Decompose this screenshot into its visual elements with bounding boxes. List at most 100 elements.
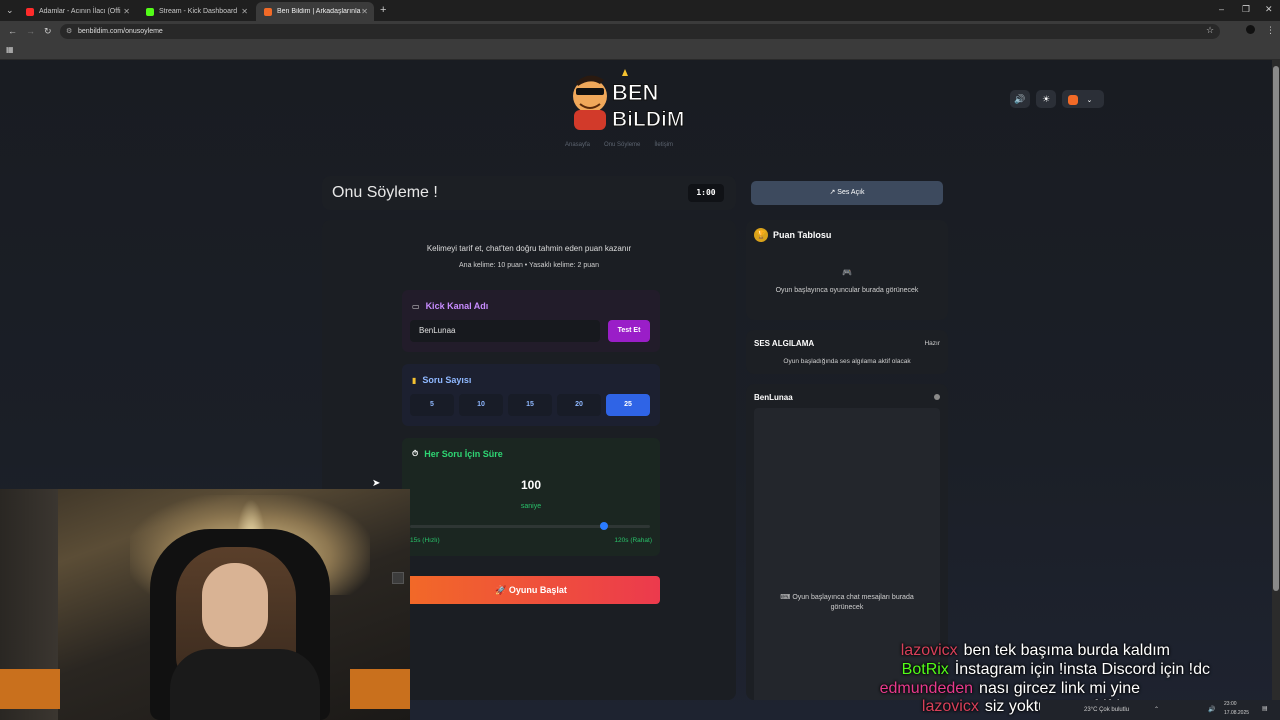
tray-chevron-icon[interactable]: ⌃ [1154,706,1159,713]
chat-message: İnstagram için !insta Discord için !dc [954,661,1210,678]
maximize-icon[interactable]: ❐ [1242,4,1250,15]
svg-text:BiLDiM: BiLDiM [612,108,684,131]
kick-channel-section: ▭ Kick Kanal Adı Test Et [402,290,660,352]
site-info-icon[interactable]: ⚙ [66,24,72,39]
tab-list-icon[interactable]: ⌄ [6,5,14,16]
chat-empty-message: Oyun başlayınca chat mesajları burada gö… [792,594,914,611]
sound-button-label: Ses Açık [837,189,865,196]
time-unit: saniye [520,503,542,510]
test-button[interactable]: Test Et [608,320,650,342]
voice-detection-title: SES ALGILAMA [754,339,815,348]
back-icon[interactable]: ← [8,26,17,36]
chat-message: ben tek başıma burda kaldım [963,642,1170,659]
leaderboard-empty-text: Oyun başlayınca oyuncular burada görünec… [775,287,919,294]
bar-chart-icon: ▮ [412,375,417,385]
webcam-small-icon [392,572,404,584]
chat-username: lazovicx [900,642,958,659]
clock-time[interactable]: 23:00 [1224,701,1237,707]
os-taskbar: 23°C Çok bulutlu ⌃ 🔊 23:00 17.08.2025 ▤ [1040,700,1280,720]
close-window-icon[interactable]: ✕ [1265,4,1273,15]
page-scrollbar[interactable] [1272,60,1280,720]
webcam-couch-right [350,669,410,709]
scrollbar-thumb[interactable] [1273,66,1279,591]
svg-text:BEN: BEN [612,80,658,105]
question-option-10[interactable]: 10 [459,394,503,416]
page-title: Onu Söyleme ! [332,184,438,201]
volume-tray-icon[interactable]: 🔊 [1208,706,1215,713]
keyboard-icon: ⌨ [780,594,791,601]
question-option-25[interactable]: 25 [606,394,650,416]
chat-message: nası gircez link mi yine [979,680,1140,697]
benbildim-logo[interactable]: BEN BiLDiM [570,66,700,134]
chat-channel-name: BenLunaa [754,393,793,402]
close-tab-icon[interactable]: ✕ [241,7,248,16]
question-option-15[interactable]: 15 [508,394,552,416]
volume-icon[interactable]: 🔊 [1010,90,1030,108]
browser-tab-music[interactable]: Adamlar - Acının İlacı (Offi ✕ [18,2,136,21]
address-bar-row: ← → ↻ ⚙ benbildim.com/onusoyleme ☆ ⋮ [0,21,1280,41]
tab-title: Ben Bildim | Arkadaşlarınla Onl [277,8,363,15]
chat-line: lazovicx ben tek başıma burda kaldım [901,642,1170,660]
nav-link-contact[interactable]: İletişim [654,142,673,148]
webcam-person-face [202,563,268,647]
leaderboard-title-text: Puan Tablosu [773,230,832,240]
clock-date[interactable]: 17.08.2025 [1224,710,1249,716]
start-game-button[interactable]: 🚀 Oyunu Başlat [402,576,660,604]
benbildim-favicon [264,7,272,16]
gamepad-icon: 🎮 [842,268,852,277]
browser-tab-benbildim[interactable]: Ben Bildim | Arkadaşlarınla Onl ✕ [256,2,374,21]
kick-channel-label: ▭ Kick Kanal Adı [412,301,488,311]
webcam-couch-left [0,669,60,709]
time-label: ⏱ Her Soru İçin Süre [412,449,503,459]
voice-status: Hazır [924,340,940,347]
kick-icon [146,7,154,16]
points-info: Ana kelime: 10 puan • Yasaklı kelime: 2 … [459,262,599,269]
browser-tab-kick[interactable]: Stream - Kick Dashboard ✕ [138,2,254,21]
slider-handle[interactable] [600,522,609,530]
new-tab-icon[interactable]: + [380,4,386,16]
chat-username: lazovicx [921,698,979,715]
weather-text[interactable]: 23°C Çok bulutlu [1084,707,1129,713]
voice-description: Oyun başladığında ses algılama aktif ola… [783,358,911,365]
forward-icon[interactable]: → [26,26,35,36]
sound-toggle-button[interactable]: ↗ Ses Açık [751,181,943,205]
chat-line: BotRix İnstagram için !insta Discord için… [902,661,1210,679]
slider-max-label: 120s (Rahat) [614,537,652,544]
chat-empty-text: ⌨ Oyun başlayınca chat mesajları burada … [764,593,930,613]
question-option-20[interactable]: 20 [557,394,601,416]
chevron-down-icon: ⌄ [1086,97,1093,104]
theme-sun-icon[interactable]: ☀ [1036,90,1056,108]
game-instruction: Kelimeyi tarif et, chat'ten doğru tahmin… [426,244,632,253]
profile-avatar[interactable] [1246,25,1255,34]
slider-min-label: 15s (Hızlı) [410,537,440,544]
flag-icon [1068,94,1078,105]
question-option-5[interactable]: 5 [410,394,454,416]
game-title-card: Onu Söyleme ! 1:00 [322,176,736,210]
url-text: benbildim.com/onusoyleme [78,28,163,35]
rocket-icon: 🚀 [495,585,507,595]
bookmark-star-icon[interactable]: ☆ [1206,25,1214,36]
language-dropdown[interactable]: ⌄ [1062,90,1104,108]
apps-grid-icon[interactable]: ▦ [6,45,14,54]
connection-status-dot [934,394,940,400]
notification-icon[interactable]: ▤ [1262,705,1268,712]
stopwatch-icon: ⏱ [412,449,419,458]
time-slider[interactable] [410,522,650,530]
game-timer: 1:00 [688,184,724,202]
menu-kebab-icon[interactable]: ⋮ [1266,25,1275,36]
nav-link-home[interactable]: Anasayfa [565,142,590,148]
reload-icon[interactable]: ↻ [44,26,52,37]
main-nav: Anasayfa Onu Söyleme İletişim [565,142,673,148]
minimize-icon[interactable]: – [1219,4,1224,14]
arrow-icon: ↗ [829,189,836,196]
close-tab-icon[interactable]: ✕ [123,7,130,16]
kick-channel-input[interactable] [410,320,600,342]
question-label-text: Soru Sayısı [422,375,472,385]
close-tab-icon[interactable]: ✕ [361,7,368,16]
url-field[interactable]: ⚙ benbildim.com/onusoyleme [60,24,1220,39]
webcam-overlay [0,489,410,720]
nav-link-onu-soyleme[interactable]: Onu Söyleme [604,142,640,148]
start-game-label: Oyunu Başlat [508,585,567,595]
leaderboard-title: 🏆 Puan Tablosu [754,228,831,242]
question-count-section: ▮ Soru Sayısı 5 10 15 20 25 [402,364,660,426]
